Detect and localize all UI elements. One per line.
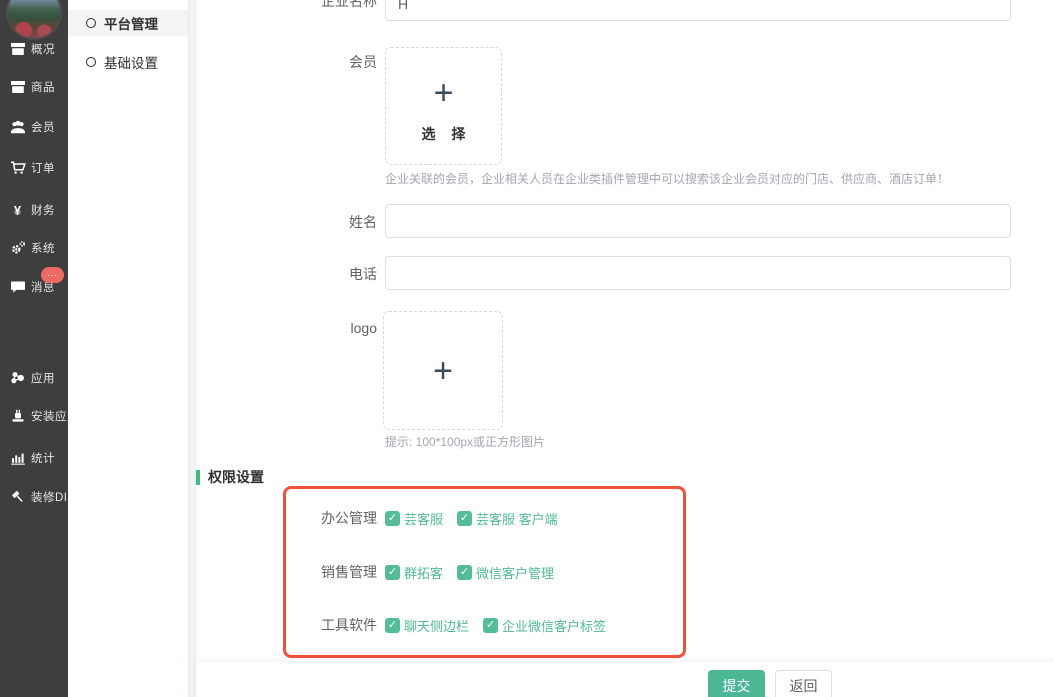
member-select-box[interactable]: + 选 择 xyxy=(385,47,502,165)
plus-icon: + xyxy=(434,76,454,110)
circle-icon xyxy=(86,57,96,67)
logo-label: logo xyxy=(196,320,377,336)
checkbox-checked-icon[interactable]: ✓ xyxy=(483,618,498,633)
main-content: 企业名称 会员 + 选 择 企业关联的会员，企业相关人员在企业类插件管理中可以搜… xyxy=(196,0,1054,697)
scrollbar-track[interactable] xyxy=(188,0,196,697)
company-name-label: 企业名称 xyxy=(196,0,377,11)
sidebar-item-overview[interactable]: 概况 xyxy=(0,39,68,59)
system-icon xyxy=(9,240,26,256)
phone-label: 电话 xyxy=(196,264,377,284)
checkbox-checked-icon[interactable]: ✓ xyxy=(385,511,400,526)
checkbox-checked-icon[interactable]: ✓ xyxy=(457,565,472,580)
sidebar-item-label: 财务 xyxy=(31,202,55,218)
permissions-section-header: 权限设置 xyxy=(196,467,264,487)
circle-icon xyxy=(86,18,96,28)
name-input[interactable] xyxy=(385,204,1011,238)
permission-group-label: 工具软件 xyxy=(196,615,377,635)
sidebar-item-install-apps[interactable]: 安装应用 xyxy=(0,406,68,426)
sidebar-item-products[interactable]: 商品 xyxy=(0,77,68,97)
stats-icon xyxy=(9,450,26,466)
sidebar-item-label: 统计 xyxy=(31,450,55,466)
submenu-item-basic-settings[interactable]: 基础设置 xyxy=(68,49,188,75)
diy-icon xyxy=(9,489,26,505)
checkbox-checked-icon[interactable]: ✓ xyxy=(385,565,400,580)
permission-options: ✓ 聊天侧边栏 ✓ 企业微信客户标签 xyxy=(385,616,606,635)
member-select-label: 选 择 xyxy=(416,124,472,144)
checkbox-option[interactable]: ✓ 聊天侧边栏 xyxy=(385,616,469,635)
section-bar-icon xyxy=(196,470,200,485)
products-icon xyxy=(9,79,26,95)
back-button[interactable]: 返回 xyxy=(775,670,832,697)
logo-upload-box[interactable]: + xyxy=(383,311,503,430)
sidebar-item-apps[interactable]: 应用 xyxy=(0,368,68,388)
checkbox-option[interactable]: ✓ 芸客服 xyxy=(385,509,443,528)
message-icon xyxy=(9,279,26,295)
member-label: 会员 xyxy=(196,52,377,72)
sidebar-item-label: 商品 xyxy=(31,79,55,95)
checkbox-option[interactable]: ✓ 企业微信客户标签 xyxy=(483,616,606,635)
submenu-item-label: 基础设置 xyxy=(104,52,158,72)
checkbox-checked-icon[interactable]: ✓ xyxy=(457,511,472,526)
sidebar-item-system[interactable]: 系统 xyxy=(0,238,68,258)
sidebar-item-members[interactable]: 会员 xyxy=(0,117,68,137)
sidebar-item-label: 应用 xyxy=(31,370,55,386)
member-help-text: 企业关联的会员，企业相关人员在企业类插件管理中可以搜索该企业会员对应的门店、供应… xyxy=(385,170,949,187)
sidebar-item-label: 系统 xyxy=(31,240,55,256)
permission-group-label: 办公管理 xyxy=(196,508,377,528)
sidebar-item-label: 概况 xyxy=(31,41,55,57)
logo-hint-text: 提示: 100*100px或正方形图片 xyxy=(385,433,545,450)
permission-options: ✓ 群拓客 ✓ 微信客户管理 xyxy=(385,563,554,582)
overview-icon xyxy=(9,41,26,57)
name-label: 姓名 xyxy=(196,212,377,232)
submenu-item-platform-management[interactable]: 平台管理 xyxy=(68,10,188,36)
messages-badge: ... xyxy=(41,267,64,283)
checkbox-option[interactable]: ✓ 芸客服 客户端 xyxy=(457,509,558,528)
main-sidebar: 概况 商品 会员 订单 ¥ 财务 xyxy=(0,0,68,697)
sidebar-item-label: 订单 xyxy=(31,160,55,176)
sidebar-item-label: 会员 xyxy=(31,119,55,135)
permissions-title: 权限设置 xyxy=(208,467,264,487)
sidebar-item-finance[interactable]: ¥ 财务 xyxy=(0,200,68,220)
plus-icon: + xyxy=(433,354,453,388)
footer-bar: 提交 返回 xyxy=(196,662,1054,697)
checkbox-checked-icon[interactable]: ✓ xyxy=(385,618,400,633)
permission-options: ✓ 芸客服 ✓ 芸客服 客户端 xyxy=(385,509,558,528)
phone-input[interactable] xyxy=(385,256,1011,290)
sidebar-item-decorate-diy[interactable]: 装修DIY xyxy=(0,487,68,507)
sidebar-item-statistics[interactable]: 统计 xyxy=(0,448,68,468)
checkbox-option[interactable]: ✓ 群拓客 xyxy=(385,563,443,582)
app-window: 概况 商品 会员 订单 ¥ 财务 xyxy=(0,0,1054,697)
permission-group-label: 销售管理 xyxy=(196,562,377,582)
apps-icon xyxy=(9,370,26,386)
finance-icon: ¥ xyxy=(9,202,26,218)
permission-group-office: 办公管理 ✓ 芸客服 ✓ 芸客服 客户端 xyxy=(196,509,558,527)
orders-icon xyxy=(9,160,26,176)
permission-group-tools: 工具软件 ✓ 聊天侧边栏 ✓ 企业微信客户标签 xyxy=(196,616,606,634)
submit-button[interactable]: 提交 xyxy=(708,670,765,697)
install-app-icon xyxy=(9,408,26,424)
sidebar-item-orders[interactable]: 订单 xyxy=(0,158,68,178)
avatar[interactable] xyxy=(8,0,60,38)
members-icon xyxy=(9,119,26,135)
checkbox-option[interactable]: ✓ 微信客户管理 xyxy=(457,563,554,582)
company-name-input[interactable] xyxy=(385,0,1011,21)
secondary-sidebar: 平台管理 基础设置 xyxy=(68,0,188,697)
permission-group-sales: 销售管理 ✓ 群拓客 ✓ 微信客户管理 xyxy=(196,563,554,581)
submenu-item-label: 平台管理 xyxy=(104,13,158,33)
